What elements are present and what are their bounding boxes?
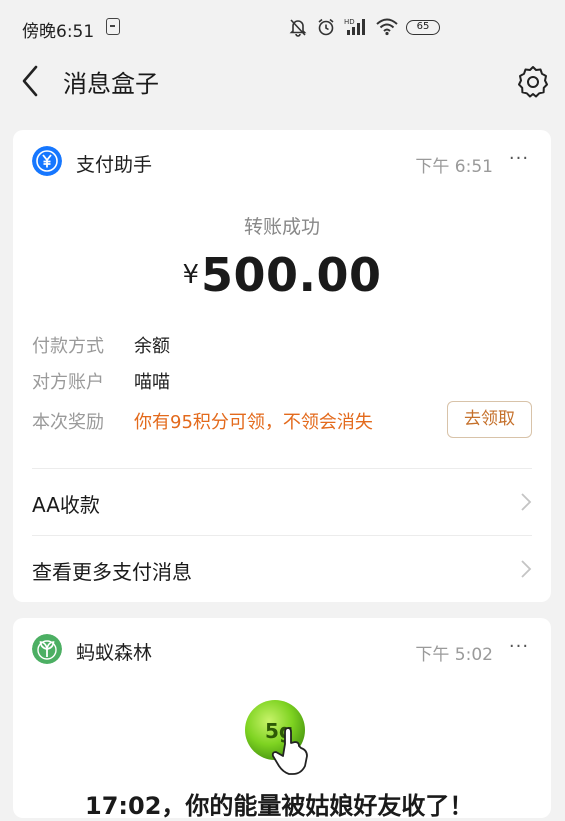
- transfer-amount: ¥500.00: [13, 248, 551, 302]
- chevron-left-icon: [22, 65, 38, 97]
- chevron-right-icon: [521, 560, 532, 578]
- page-title: 消息盒子: [63, 70, 159, 98]
- transfer-status: 转账成功: [243, 216, 320, 238]
- detail-label: 本次奖励: [32, 412, 104, 433]
- nav-bar: 消息盒子: [0, 50, 565, 112]
- forest-icon: [32, 634, 62, 664]
- forest-card[interactable]: 蚂蚁森林 下午 5:02 ··· 5g 17:02，你的能量被姑娘好友收了！: [13, 618, 551, 820]
- reward-text: 你有95积分可领，不领会消失: [134, 412, 373, 433]
- link-label: AA收款: [32, 493, 100, 517]
- detail-label: 对方账户: [32, 372, 104, 393]
- message-time: 下午 6:51: [415, 157, 493, 177]
- card-header: 蚂蚁森林 下午 5:02 ···: [13, 618, 551, 678]
- energy-message: 17:02，你的能量被姑娘好友收了！: [85, 792, 474, 820]
- detail-value: 喵喵: [134, 372, 170, 393]
- amount-value: 500.00: [201, 248, 382, 302]
- aa-collect-link[interactable]: AA收款: [13, 469, 551, 535]
- chevron-right-icon: [521, 493, 532, 511]
- payment-card[interactable]: 支付助手 下午 6:51 ··· 转账成功 ¥500.00 付款方式 余额 对方…: [13, 130, 551, 602]
- battery-icon: 65: [406, 19, 440, 35]
- more-options-button[interactable]: ···: [505, 148, 533, 174]
- claim-reward-button[interactable]: 去领取: [447, 401, 532, 438]
- detail-value: 余额: [134, 336, 170, 357]
- message-time: 下午 5:02: [415, 645, 493, 665]
- app-badge-icon: [106, 18, 120, 35]
- currency-symbol: ¥: [182, 260, 200, 290]
- hd-signal-icon: HD: [344, 18, 365, 35]
- more-options-button[interactable]: ···: [505, 636, 533, 662]
- settings-button[interactable]: [515, 63, 551, 99]
- card-header: 支付助手 下午 6:51 ···: [13, 130, 551, 190]
- source-name: 蚂蚁森林: [76, 642, 153, 664]
- status-bar: 傍晚6:51 HD 65: [0, 0, 565, 50]
- back-button[interactable]: [16, 63, 46, 99]
- gear-icon: [518, 66, 548, 98]
- status-time: 傍晚6:51: [22, 22, 95, 42]
- mute-bell-icon: [289, 19, 307, 37]
- yuan-icon: [32, 146, 62, 176]
- energy-ball-icon: 5g: [245, 700, 308, 775]
- wifi-icon: [376, 18, 398, 36]
- status-icons: HD 65: [288, 15, 440, 39]
- detail-label: 付款方式: [32, 336, 104, 357]
- alarm-icon: [318, 18, 334, 36]
- link-label: 查看更多支付消息: [32, 560, 192, 584]
- source-name: 支付助手: [76, 154, 153, 176]
- svg-text:HD: HD: [344, 18, 355, 26]
- more-payment-messages-link[interactable]: 查看更多支付消息: [13, 536, 551, 602]
